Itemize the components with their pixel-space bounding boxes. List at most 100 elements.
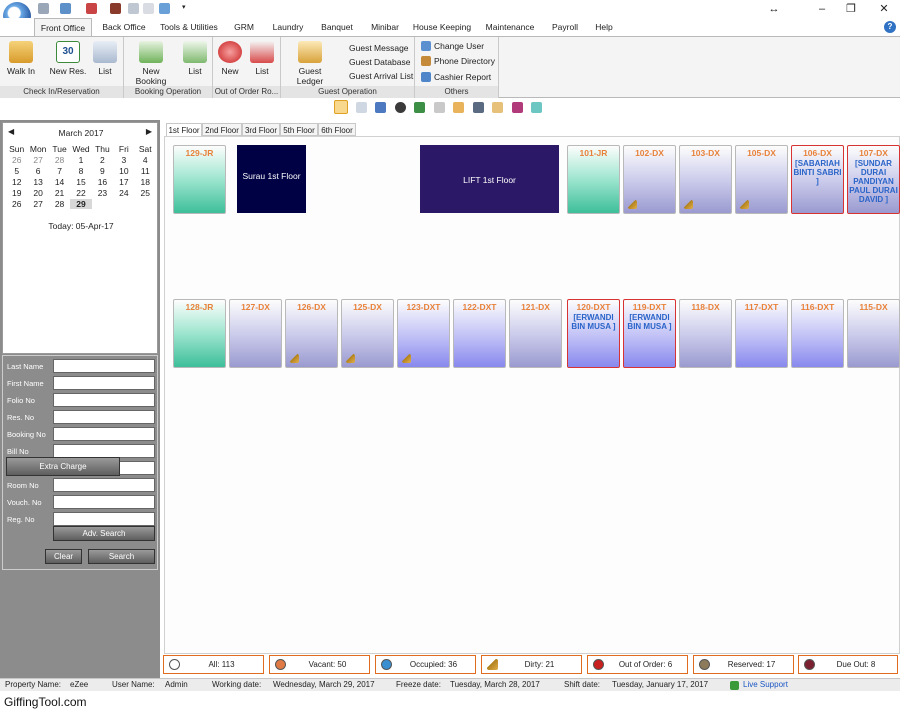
calendar-day[interactable]: 2 [92, 155, 113, 165]
calendar-day[interactable]: 29 [70, 199, 92, 209]
print-icon[interactable] [86, 3, 97, 14]
menu-grm[interactable]: GRM [226, 18, 262, 36]
calendar-day[interactable]: 28 [49, 199, 70, 209]
calendar-day[interactable]: 15 [70, 177, 91, 187]
menu-banquet[interactable]: Banquet [314, 18, 360, 36]
mail-icon[interactable] [159, 3, 170, 14]
legend-all[interactable]: All: 113 [163, 655, 264, 674]
tag-icon[interactable] [434, 102, 445, 113]
report-icon[interactable] [143, 3, 154, 14]
legend-dirty[interactable]: Dirty: 21 [481, 655, 582, 674]
save-icon[interactable] [38, 3, 49, 14]
calendar-day[interactable]: 6 [27, 166, 48, 176]
tab-5th-floor[interactable]: 5th Floor [280, 123, 318, 136]
room-tile[interactable]: 128-JR [173, 299, 226, 368]
document-icon[interactable] [492, 102, 503, 113]
room-tile[interactable]: 129-JR [173, 145, 226, 214]
broom-icon[interactable] [453, 102, 464, 113]
calendar-day[interactable]: 26 [6, 199, 27, 209]
guest-message-button[interactable]: Guest Message [349, 41, 409, 55]
calendar-day[interactable]: 27 [27, 155, 48, 165]
live-support-link[interactable]: Live Support [743, 679, 788, 691]
legend-occupied[interactable]: Occupied: 36 [375, 655, 476, 674]
tab-3rd-floor[interactable]: 3rd Floor [242, 123, 280, 136]
menu-maintenance[interactable]: Maintenance [478, 18, 542, 36]
calendar-day[interactable]: 22 [70, 188, 91, 198]
room-tile[interactable]: 105-DX [735, 145, 788, 214]
tab-6th-floor[interactable]: 6th Floor [318, 123, 356, 136]
globe-icon[interactable] [395, 102, 406, 113]
minimize-icon[interactable]: – [814, 2, 830, 16]
calendar-day[interactable]: 12 [6, 177, 27, 187]
calendar-day[interactable]: 10 [113, 166, 134, 176]
search-button[interactable]: Search [88, 549, 155, 564]
legend-out-of-order[interactable]: Out of Order: 6 [587, 655, 688, 674]
search-field-input[interactable] [53, 427, 155, 441]
search-field-input[interactable] [53, 478, 155, 492]
search-field-input[interactable] [53, 444, 155, 458]
ooo-list-button[interactable]: List [249, 41, 275, 76]
key-icon[interactable] [414, 102, 425, 113]
room-tile[interactable]: 102-DX [623, 145, 676, 214]
tab-1st-floor[interactable]: 1st Floor [166, 123, 202, 136]
calendar-day[interactable]: 9 [92, 166, 113, 176]
guest-database-button[interactable]: Guest Database [349, 55, 410, 69]
extra-charge-button[interactable]: Extra Charge [6, 457, 120, 476]
calendar-day[interactable]: 5 [6, 166, 27, 176]
pin-icon[interactable] [473, 102, 484, 113]
room-tile[interactable]: 119-DXT [ERWANDI BIN MUSA ] [623, 299, 676, 368]
calendar-day[interactable]: 4 [135, 155, 156, 165]
note-icon[interactable] [128, 3, 139, 14]
search-field-input[interactable] [53, 359, 155, 373]
chart-icon[interactable] [60, 3, 71, 14]
ooo-new-button[interactable]: New [217, 41, 243, 76]
calendar-day[interactable]: 1 [70, 155, 91, 165]
book-icon[interactable] [110, 3, 121, 14]
calendar-day[interactable]: 18 [135, 177, 156, 187]
palette-icon[interactable] [512, 102, 523, 113]
calendar-day[interactable]: 24 [113, 188, 134, 198]
customize-toolbar-icon[interactable]: ▾ [182, 3, 188, 14]
room-tile[interactable]: 117-DXT [735, 299, 788, 368]
menu-help[interactable]: Help [588, 18, 620, 36]
grid-view-icon[interactable] [356, 102, 367, 113]
room-tile[interactable]: 121-DX [509, 299, 562, 368]
new-booking-button[interactable]: New Booking [126, 41, 176, 86]
guest-ledger-button[interactable]: Guest Ledger [285, 41, 335, 86]
adv-search-button[interactable]: Adv. Search [53, 526, 155, 541]
calendar-day[interactable]: 3 [113, 155, 134, 165]
search-field-input[interactable] [53, 393, 155, 407]
next-month-icon[interactable]: ▶ [146, 127, 152, 136]
calendar-day[interactable]: 25 [135, 188, 156, 198]
tab-2nd-floor[interactable]: 2nd Floor [202, 123, 242, 136]
room-tile[interactable]: 125-DX [341, 299, 394, 368]
calendar-day[interactable]: 27 [27, 199, 48, 209]
room-tile[interactable]: 123-DXT [397, 299, 450, 368]
new-reservation-button[interactable]: 30 New Res. [48, 41, 88, 76]
phone-directory-button[interactable]: Phone Directory [421, 54, 495, 68]
help-icon[interactable]: ? [884, 21, 896, 33]
calendar-day[interactable]: 23 [92, 188, 113, 198]
booking-list-button[interactable]: List [182, 41, 208, 76]
room-tile[interactable]: 103-DX [679, 145, 732, 214]
change-user-button[interactable]: Change User [421, 39, 484, 53]
room-tile[interactable]: 115-DX [847, 299, 900, 368]
menu-back-office[interactable]: Back Office [96, 18, 152, 36]
lift-block[interactable]: LIFT 1st Floor [420, 145, 559, 213]
room-tile[interactable]: 127-DX [229, 299, 282, 368]
room-tile[interactable]: 106-DX [SABARIAH BINTI SABRI ] [791, 145, 844, 214]
room-tile[interactable]: 101-JR [567, 145, 620, 214]
menu-laundry[interactable]: Laundry [266, 18, 310, 36]
calendar-day[interactable]: 20 [27, 188, 48, 198]
legend-due-out[interactable]: Due Out: 8 [798, 655, 898, 674]
search-field-input[interactable] [53, 495, 155, 509]
surau-block[interactable]: Surau 1st Floor [237, 145, 306, 213]
calendar-day[interactable]: 28 [49, 155, 70, 165]
calendar-day[interactable]: 16 [92, 177, 113, 187]
room-view-icon[interactable] [334, 100, 348, 114]
calendar-day[interactable]: 13 [27, 177, 48, 187]
resize-icon[interactable]: ↔ [766, 2, 782, 16]
menu-front-office[interactable]: Front Office [34, 18, 92, 36]
legend-vacant[interactable]: Vacant: 50 [269, 655, 370, 674]
room-tile[interactable]: 118-DX [679, 299, 732, 368]
